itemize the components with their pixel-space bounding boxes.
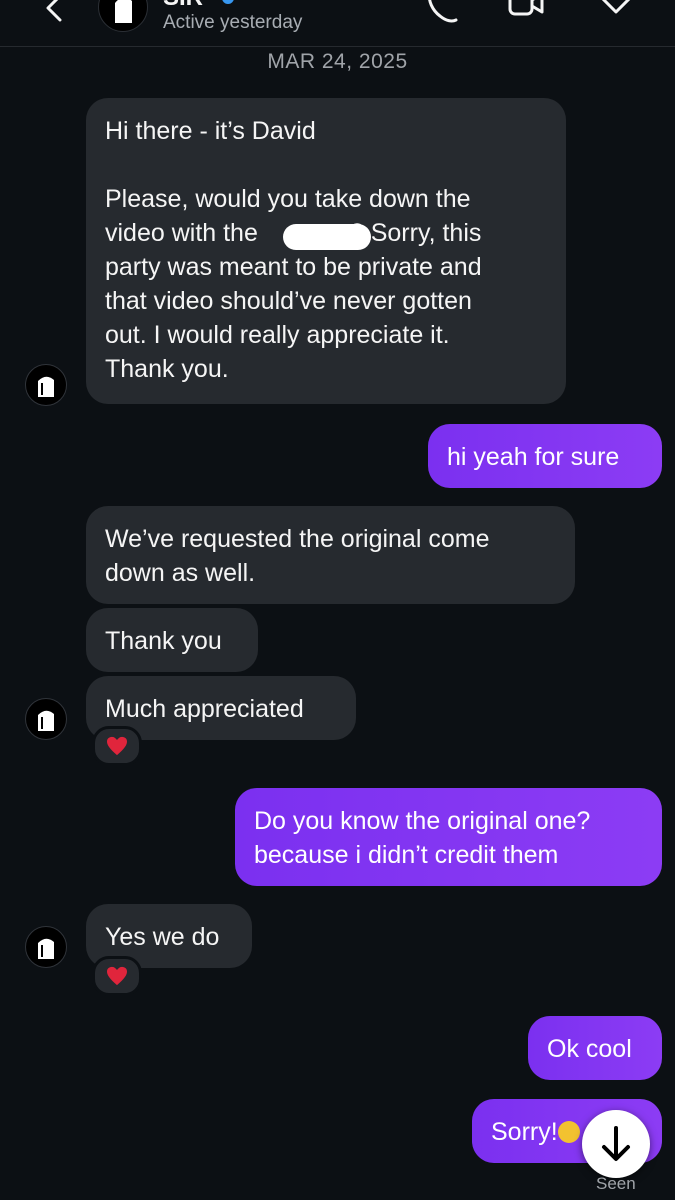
message-text: Thank you (105, 627, 222, 655)
message-bubble-outgoing[interactable]: hi yeah for sure (428, 424, 662, 488)
back-icon[interactable] (40, 0, 70, 24)
emoji-icon (557, 1121, 580, 1143)
chat-header: SIR Active yesterday (0, 0, 675, 47)
contact-name[interactable]: SIR (163, 0, 203, 12)
message-text: Ok cool (547, 1035, 632, 1063)
reaction-badge[interactable] (92, 956, 142, 996)
avatar[interactable] (25, 926, 67, 968)
heart-icon (107, 966, 127, 986)
message-text: because i didn’t credit them (254, 841, 559, 869)
message-text: Do you know the original one? (254, 807, 591, 835)
phone-icon[interactable] (424, 0, 460, 24)
avatar[interactable] (25, 698, 67, 740)
message-text: that video should’ve never gotten (105, 287, 472, 315)
active-status: Active yesterday (163, 12, 303, 33)
message-bubble-incoming[interactable]: We’ve requested the original come down a… (86, 506, 575, 604)
message-text: Sorry! (491, 1118, 558, 1146)
date-divider: MAR 24, 2025 (267, 50, 408, 73)
message-bubble-outgoing[interactable]: Ok cool (528, 1016, 662, 1080)
message-bubble-outgoing[interactable]: Do you know the original one? because i … (235, 788, 662, 886)
avatar[interactable] (98, 0, 148, 32)
message-text: We’ve requested the original come (105, 525, 490, 553)
video-icon[interactable] (508, 0, 544, 24)
message-text: party was meant to be private and (105, 253, 482, 281)
message-text (105, 148, 547, 182)
message-text: Yes we do (105, 923, 220, 951)
message-text: out. I would really appreciate it. (105, 321, 450, 349)
arrow-down-icon (602, 1126, 630, 1161)
message-text: Please, would you take down the (105, 185, 471, 213)
tag-icon[interactable] (598, 0, 634, 24)
verified-icon (222, 0, 234, 4)
scroll-to-bottom-button[interactable] (582, 1110, 650, 1178)
message-text: Hi there - it’s David (105, 117, 316, 145)
message-text: Thank you. (105, 355, 229, 383)
message-bubble-incoming[interactable]: Hi there - it’s David Please, would you … (86, 98, 566, 404)
message-bubble-incoming[interactable]: Thank you (86, 608, 258, 672)
redaction-mark (283, 224, 371, 250)
message-text: hi yeah for sure (447, 443, 620, 471)
seen-receipt: Seen (596, 1174, 636, 1193)
message-text: down as well. (105, 559, 256, 587)
avatar[interactable] (25, 364, 67, 406)
message-text: Much appreciated (105, 695, 304, 723)
heart-icon (107, 736, 127, 756)
reaction-badge[interactable] (92, 726, 142, 766)
